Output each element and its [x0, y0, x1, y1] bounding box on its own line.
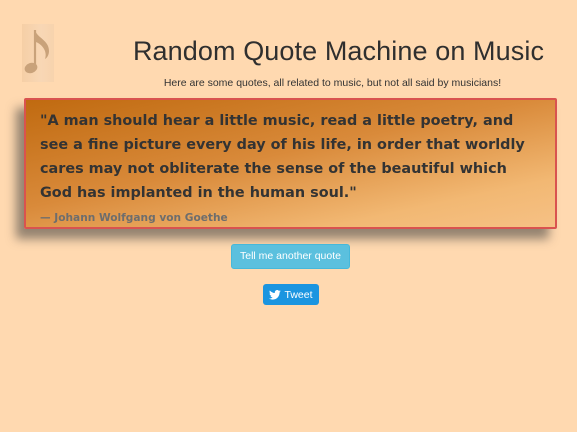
quote-text: "A man should hear a little music, read … [40, 113, 525, 201]
quote-box: "A man should hear a little music, read … [24, 98, 557, 229]
page-subtitle: Here are some quotes, all related to mus… [163, 77, 502, 89]
tweet-button[interactable]: Tweet [263, 284, 319, 305]
music-note-logo [22, 24, 54, 82]
twitter-bird-icon [269, 289, 282, 300]
new-quote-button[interactable]: Tell me another quote [231, 244, 350, 269]
quote-author: — Johann Wolfgang von Goethe [40, 212, 228, 224]
page-title: Random Quote Machine on Music [132, 36, 545, 66]
tweet-label: Tweet [284, 288, 313, 301]
music-note-icon [24, 30, 49, 74]
